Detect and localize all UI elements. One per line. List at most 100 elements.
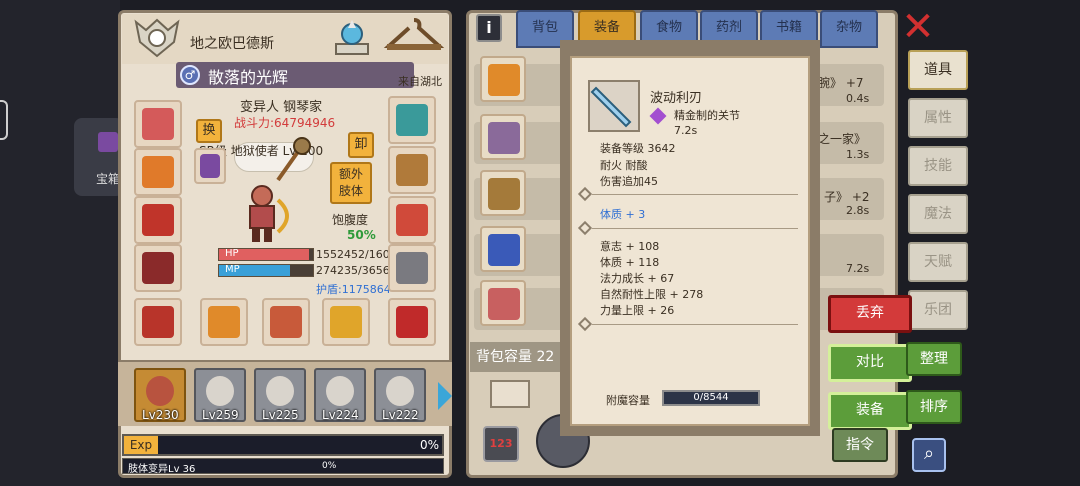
equip-slot-body[interactable] <box>134 196 182 244</box>
side-tab-skills[interactable]: 技能 <box>908 146 968 186</box>
equip-slot-back[interactable] <box>134 244 182 292</box>
compare-button[interactable]: 对比 <box>828 344 912 382</box>
chest-icon <box>98 132 118 152</box>
team-member-3[interactable]: Lv225 <box>254 368 306 422</box>
body-mutation-label: 肢体变异Lv 36 <box>128 464 196 475</box>
side-tab-magic[interactable]: 魔法 <box>908 194 968 234</box>
inventory-item-time: 7.2s <box>846 262 870 275</box>
tooltip-main-stat: 体质 + 3 <box>600 208 646 221</box>
equip-slot-trinket[interactable] <box>388 298 436 346</box>
equip-slot-neck[interactable] <box>134 148 182 196</box>
member-level: Lv222 <box>382 408 419 422</box>
close-icon[interactable]: ✕ <box>900 7 936 47</box>
spear-icon <box>270 306 302 338</box>
character-name: 地之欧巴德斯 <box>190 36 274 52</box>
pumpkin-icon <box>488 64 520 96</box>
inventory-item[interactable] <box>480 280 526 326</box>
bow-slot-icon <box>330 306 362 338</box>
avatar <box>266 376 294 406</box>
team-next-arrow-icon[interactable] <box>438 382 452 410</box>
enchant-capacity-label: 附魔容量 <box>606 394 650 407</box>
inventory-item[interactable] <box>480 170 526 216</box>
equip-button[interactable]: 装备 <box>828 392 912 430</box>
scroll-down-icon[interactable] <box>490 380 530 408</box>
belt-icon <box>142 306 174 338</box>
tab-misc[interactable]: 杂物 <box>820 10 878 48</box>
inventory-item-time: 1.3s <box>846 148 870 161</box>
wardrobe-hanger-icon[interactable] <box>383 14 445 58</box>
hp-label: HP <box>225 248 239 259</box>
avatar <box>206 376 234 406</box>
equip-slot-head[interactable] <box>134 100 182 148</box>
enchant-capacity-bar: 0/8544 <box>662 390 760 406</box>
equip-slot-weapon2[interactable] <box>262 298 310 346</box>
helmet-icon <box>142 108 174 140</box>
equip-slot-weapon3[interactable] <box>322 298 370 346</box>
shrine-icon[interactable] <box>330 14 374 58</box>
treasure-card[interactable]: 宝箱 <box>74 118 124 196</box>
divider <box>592 324 798 325</box>
character-job: 变异人 钢琴家 <box>240 100 323 115</box>
blade-icon <box>590 86 632 128</box>
equip-slot-waist[interactable] <box>134 298 182 346</box>
tooltip-item-name: 波动利刃 <box>650 91 703 106</box>
inventory-item[interactable] <box>480 56 526 102</box>
equip-slot-extra[interactable] <box>194 148 226 184</box>
team-member-5[interactable]: Lv222 <box>374 368 426 422</box>
equip-slot-feet[interactable] <box>388 244 436 292</box>
unequip-button[interactable]: 卸 <box>348 132 374 158</box>
discard-button[interactable]: 丢弃 <box>828 295 912 333</box>
guild-crest-icon <box>134 18 180 58</box>
member-level: Lv225 <box>262 408 299 422</box>
member-level: Lv224 <box>322 408 359 422</box>
equip-slot-ring[interactable] <box>388 196 436 244</box>
inventory-item-time: 0.4s <box>846 92 870 105</box>
mace-icon <box>276 137 311 182</box>
bow-icon <box>276 198 289 234</box>
equip-slot-amulet[interactable] <box>388 96 436 144</box>
inventory-item-text: 子》 +2 <box>824 190 870 204</box>
combat-power: 战斗力:64794946 <box>234 116 336 130</box>
body-mutation-percent: 0% <box>322 461 337 471</box>
hp-value: 1552452/160 <box>316 248 390 261</box>
drawer-handle[interactable] <box>0 100 8 140</box>
info-icon[interactable]: i <box>476 14 502 42</box>
team-member-1[interactable]: Lv230 <box>134 368 186 422</box>
tooltip-traits: 耐火 耐酸 <box>600 159 648 172</box>
divider <box>592 228 798 229</box>
side-tab-items[interactable]: 道具 <box>908 50 968 90</box>
character-title-bar: ♂ 散落的光辉 <box>176 62 414 88</box>
team-member-4[interactable]: Lv224 <box>314 368 366 422</box>
extra-limb-button[interactable]: 额外 肢体 <box>330 162 372 204</box>
tooltip-stat: 力量上限 + 26 <box>600 304 675 317</box>
sort-button[interactable]: 整理 <box>906 342 962 376</box>
tooltip-stat: 自然耐性上限 + 278 <box>600 288 704 301</box>
gender-male-icon: ♂ <box>180 65 200 85</box>
swap-button[interactable]: 换 <box>196 119 222 143</box>
tooltip-equip-level: 装备等级 3642 <box>600 142 676 155</box>
tooltip-enchant: 精金制的关节 <box>674 109 740 122</box>
equip-slot-weapon1[interactable] <box>200 298 248 346</box>
side-tab-talent[interactable]: 天赋 <box>908 242 968 282</box>
order-button[interactable]: 排序 <box>906 390 962 424</box>
club-icon <box>488 178 520 210</box>
side-tab-attributes[interactable]: 属性 <box>908 98 968 138</box>
left-strip <box>0 0 120 486</box>
necklace-icon <box>142 156 174 188</box>
extra-limb-label: 额外 肢体 <box>338 167 363 198</box>
inventory-item[interactable] <box>480 114 526 160</box>
side-tab-band[interactable]: 乐团 <box>908 290 968 330</box>
equip-slot-hands[interactable] <box>388 146 436 194</box>
ring-icon <box>396 204 428 236</box>
trinket-icon <box>396 306 428 338</box>
helmet-item-icon <box>488 288 520 320</box>
member-level: Lv230 <box>142 408 179 422</box>
search-icon[interactable]: ⌕ <box>912 438 946 472</box>
treasure-label: 宝箱 <box>96 172 121 186</box>
inventory-item-time: 2.8s <box>846 204 870 217</box>
number-toggle-button[interactable]: 123 <box>483 426 519 462</box>
inventory-item[interactable] <box>480 226 526 272</box>
mp-value: 274235/3656 <box>316 264 390 277</box>
team-member-2[interactable]: Lv259 <box>194 368 246 422</box>
command-button[interactable]: 指令 <box>832 428 888 462</box>
